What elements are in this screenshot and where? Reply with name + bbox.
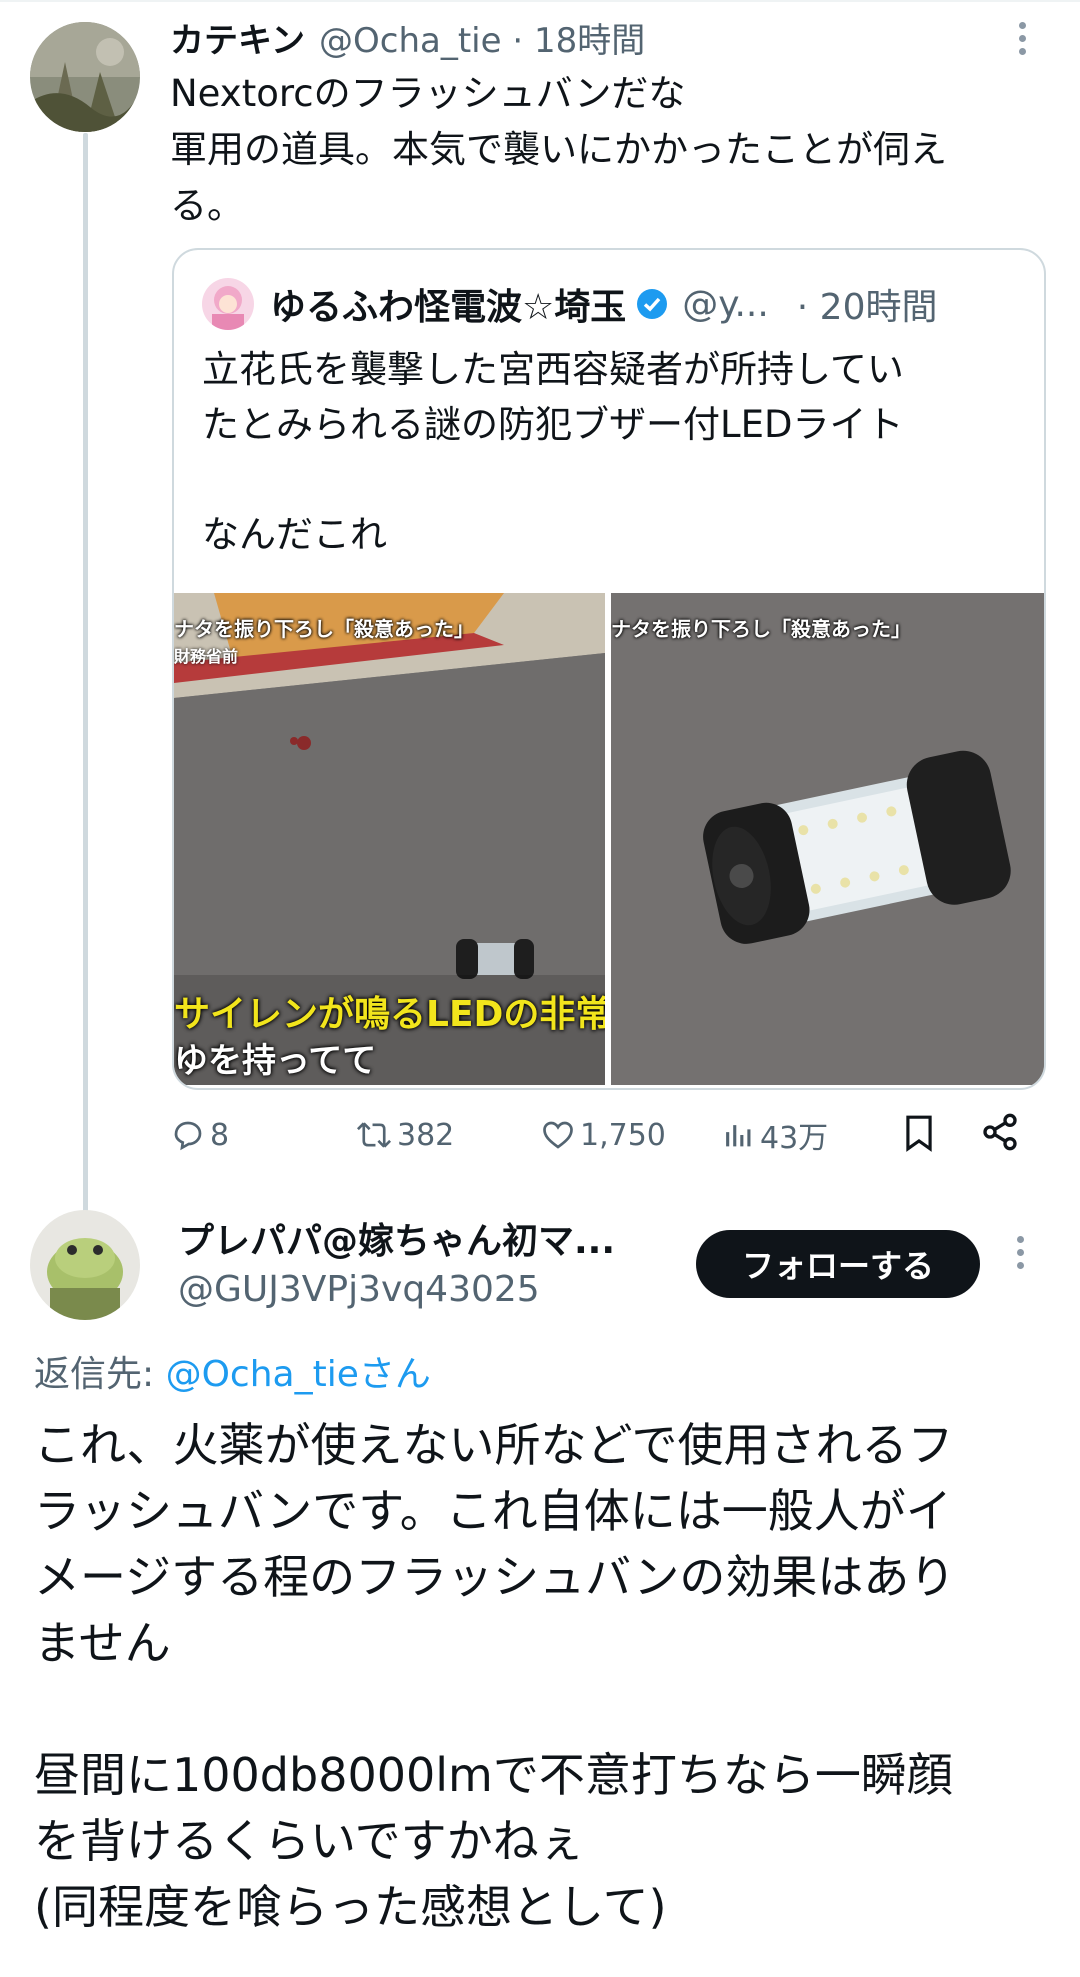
reply-text-line: これ、火薬が使えない所などで使用されるフ [34, 1418, 954, 1472]
reply-handle[interactable]: @GUJ3VPj3vq43025 [178, 1266, 615, 1314]
verified-badge-icon [636, 288, 668, 320]
replying-to-link[interactable]: @Ocha_tieさん [166, 1354, 431, 1395]
tweet1-text-line: Nextorcのフラッシュバンだな [170, 72, 686, 115]
reply-text: これ、火薬が使えない所などで使用されるフ ラッシュバンです。これ自体には一般人が… [34, 1412, 955, 1940]
reply-icon [170, 1117, 206, 1153]
quoted-time: · 20時間 [796, 287, 938, 328]
quoted-avatar [202, 278, 254, 330]
reply-more-icon[interactable] [1010, 1236, 1030, 1276]
reply-action[interactable]: 8 [170, 1105, 229, 1165]
avatar-purepapa[interactable] [30, 1210, 140, 1320]
share-icon[interactable] [980, 1112, 1020, 1156]
top-divider [0, 0, 1080, 2]
quoted-image-1[interactable]: ナタを振り下ろし「殺意あった」 財務省前 サイレンが鳴るLEDの非常ランプ ゆを… [174, 593, 605, 1085]
image1-top-caption: ナタを振り下ろし「殺意あった」 [174, 617, 474, 641]
quoted-tweet-card[interactable]: ゆるふわ怪電波☆埼玉 @y... · 20時間 立花氏を襲撃した宮西容疑者が所持… [172, 248, 1046, 1090]
replying-to-line: 返信先: @Ocha_tieさん [34, 1345, 431, 1397]
heart-icon [540, 1117, 576, 1153]
bookmark-icon[interactable] [900, 1112, 938, 1158]
quoted-image-2[interactable]: ナタを振り下ろし「殺意あった」 [611, 593, 1044, 1085]
quoted-text-line [202, 452, 904, 507]
tweet1-text: Nextorcのフラッシュバンだな 軍用の道具。本気で襲いにかかったことが伺え … [170, 66, 947, 234]
views-action[interactable]: 43万 [722, 1105, 828, 1165]
reply-text-line: メージする程のフラッシュバンの効果はあり [34, 1550, 956, 1604]
retweet-action[interactable]: 382 [355, 1105, 454, 1165]
tweet1-handle-time[interactable]: @Ocha_tie · 18時間 [319, 13, 645, 62]
reply-text-line: ません [34, 1616, 171, 1670]
image1-bottom-caption-1: サイレンが鳴るLEDの非常ランプ [174, 994, 605, 1035]
tweet1-header: カテキン @Ocha_tie · 18時間 [170, 12, 645, 62]
retweet-icon [355, 1117, 393, 1153]
tweet1-text-line: る。 [170, 184, 244, 227]
quoted-text-line: たとみられる謎の防犯ブザー付LEDライト [202, 403, 904, 446]
follow-button[interactable]: フォローする [696, 1230, 980, 1298]
image1-bottom-caption-2: ゆを持ってて [174, 1041, 377, 1081]
reply-count: 8 [210, 1117, 230, 1153]
views-count: 43万 [760, 1121, 829, 1156]
reply-text-line [34, 1676, 955, 1742]
avatar-katekin[interactable] [30, 22, 140, 132]
reply-text-line: (同程度を喰らった感想として) [34, 1880, 667, 1934]
like-action[interactable]: 1,750 [540, 1105, 666, 1165]
like-count: 1,750 [580, 1117, 666, 1153]
thread-connector-line [83, 133, 88, 1215]
image2-top-caption: ナタを振り下ろし「殺意あった」 [611, 617, 911, 641]
reply-text-line: 昼間に100db8000lmで不意打ちなら一瞬顔 [34, 1748, 953, 1802]
reply-text-line: ラッシュバンです。これ自体には一般人がイ [34, 1484, 952, 1538]
quoted-text-line: なんだこれ [202, 513, 387, 556]
replying-prefix: 返信先: [34, 1354, 155, 1395]
tweet1-more-icon[interactable] [1012, 22, 1032, 62]
quoted-header: ゆるふわ怪電波☆埼玉 @y... · 20時間 [270, 276, 938, 332]
quoted-text: 立花氏を襲撃した宮西容疑者が所持してい たとみられる謎の防犯ブザー付LEDライト… [202, 342, 904, 562]
reply-header: プレパパ@嫁ちゃん初マ... @GUJ3VPj3vq43025 [178, 1218, 615, 1314]
tweet1-display-name[interactable]: カテキン [170, 13, 305, 62]
tweet1-text-line: 軍用の道具。本気で襲いにかかったことが伺え [170, 128, 947, 171]
image1-sub-caption: 財務省前 [174, 647, 239, 666]
quoted-text-line: 立花氏を襲撃した宮西容疑者が所持してい [202, 348, 904, 391]
retweet-count: 382 [397, 1117, 455, 1153]
quoted-handle: @y... [682, 283, 769, 325]
analytics-icon [722, 1117, 756, 1153]
reply-text-line: を背けるくらいですかねぇ [34, 1814, 585, 1868]
reply-display-name[interactable]: プレパパ@嫁ちゃん初マ... [178, 1218, 615, 1266]
quoted-display-name: ゆるふわ怪電波☆埼玉 [270, 287, 627, 328]
